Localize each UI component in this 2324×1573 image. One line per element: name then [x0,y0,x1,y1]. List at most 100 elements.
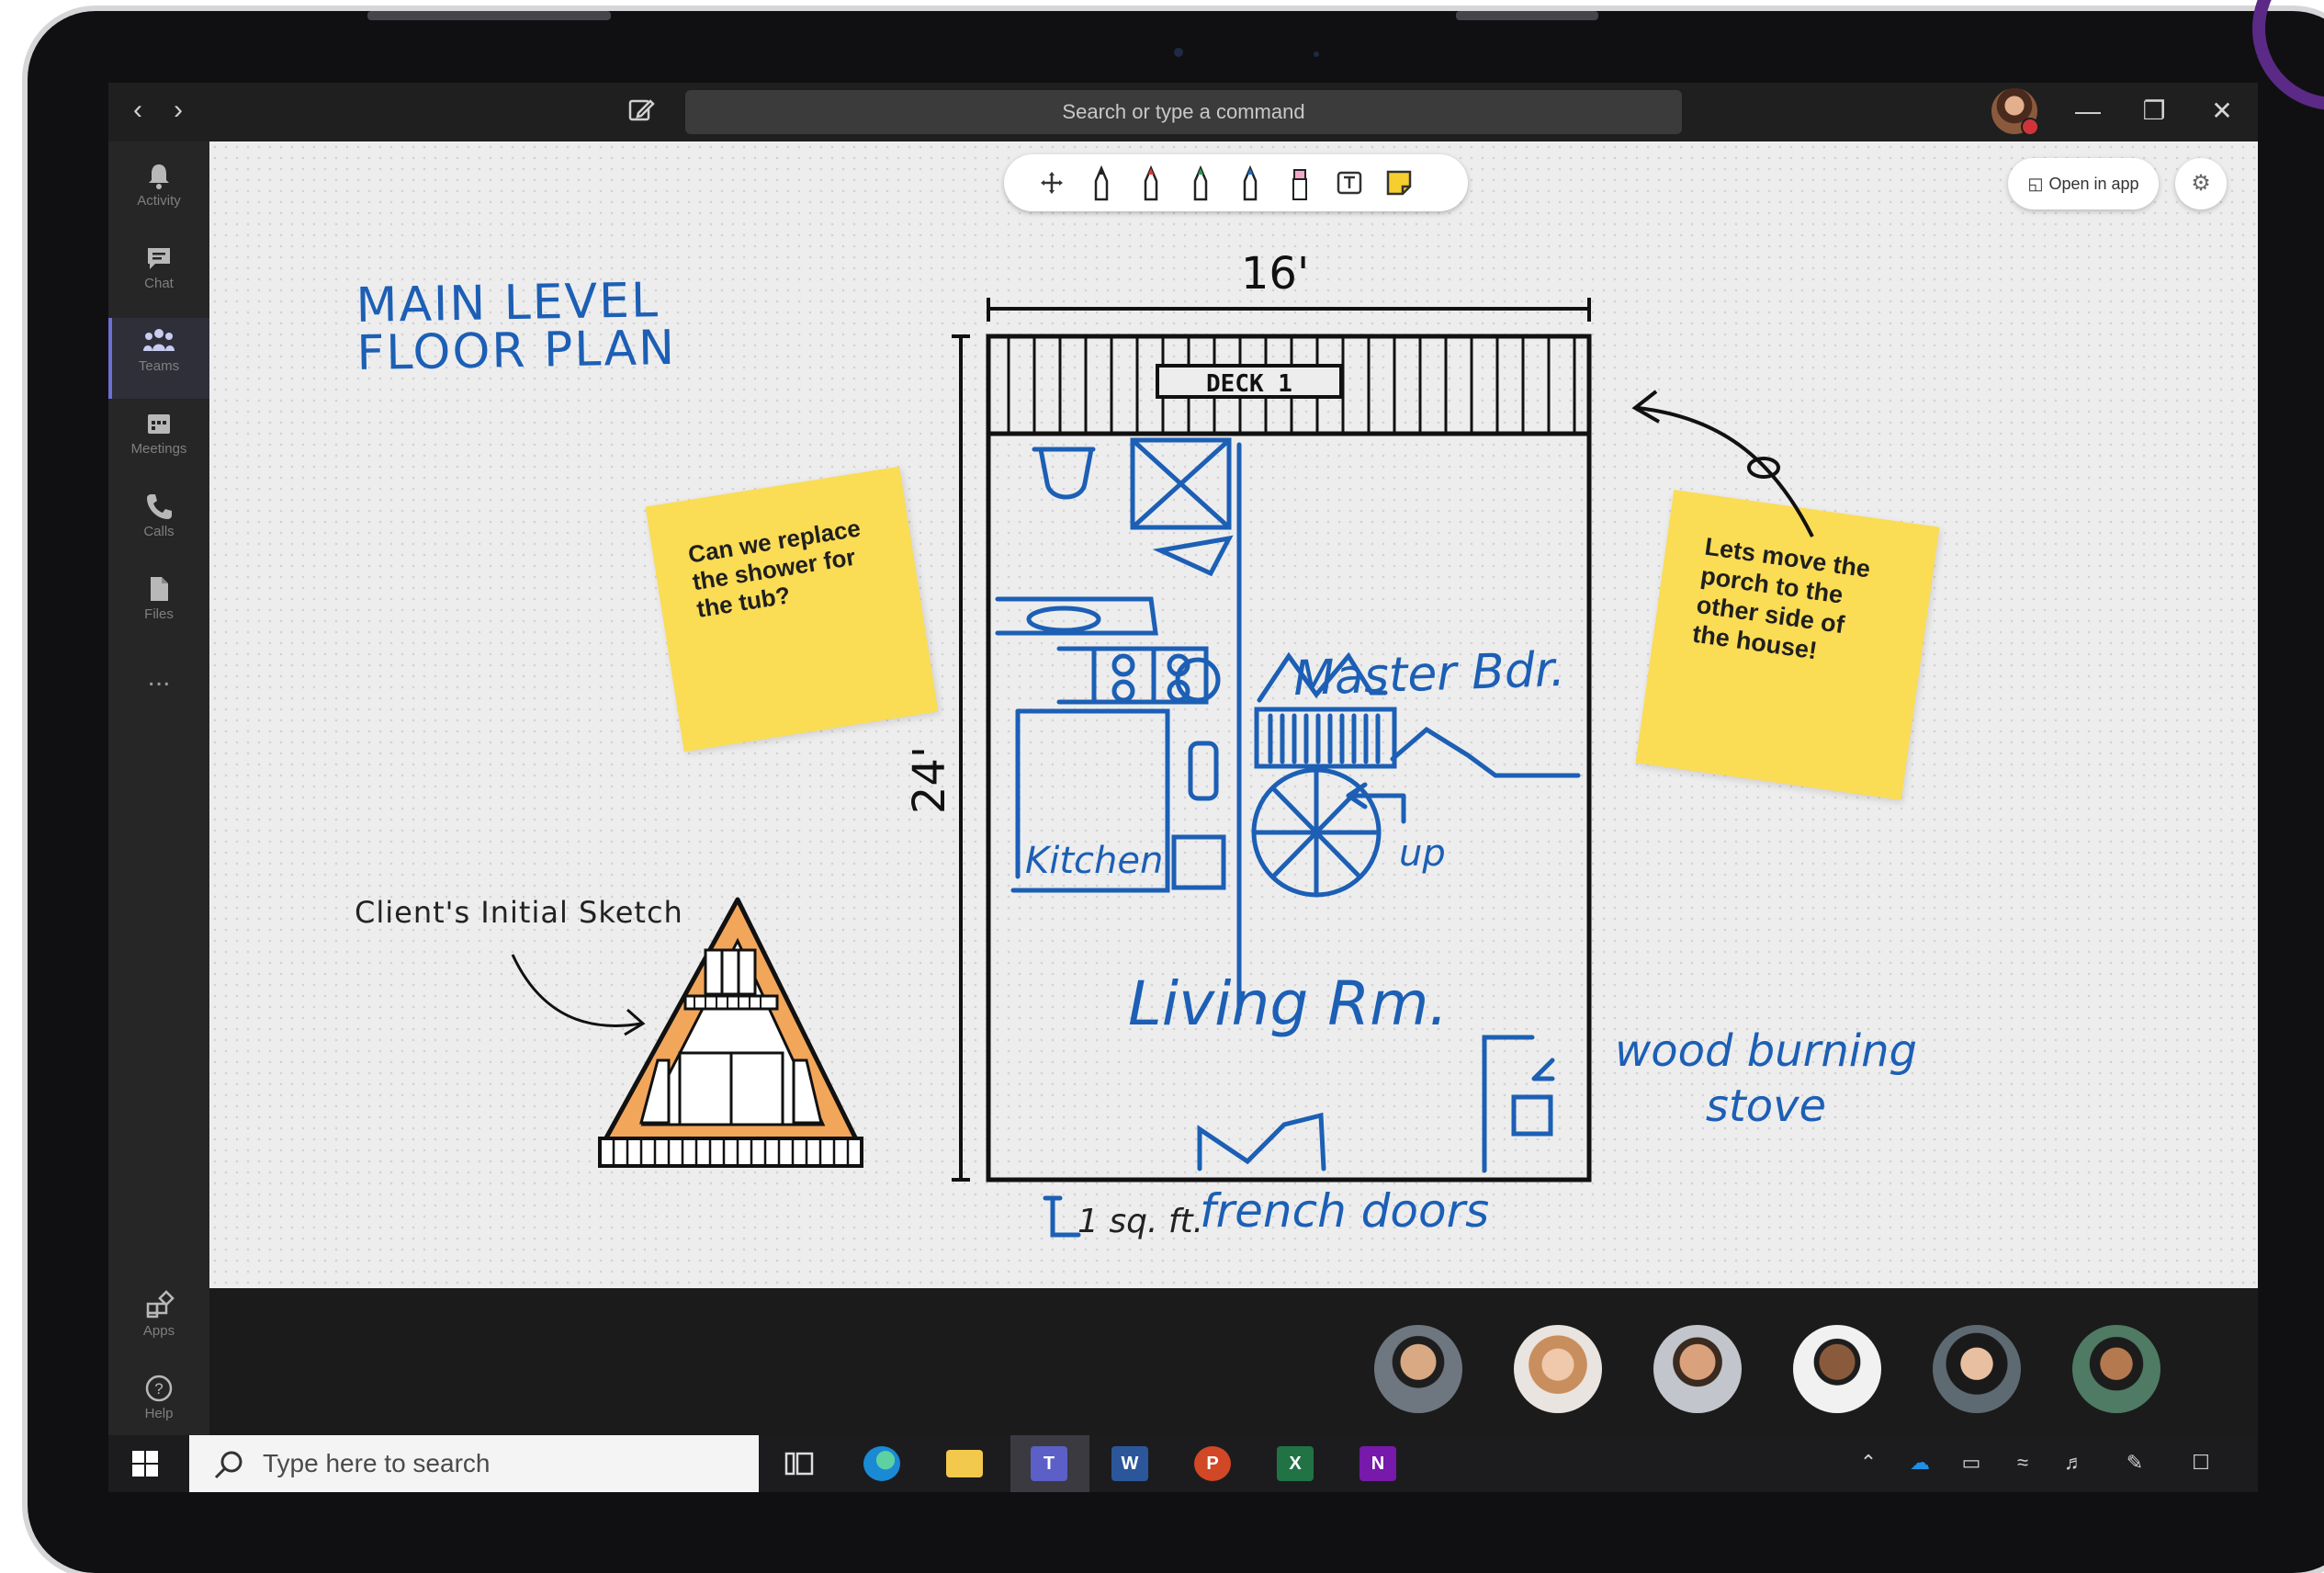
wifi-icon[interactable]: ≈ [2008,1448,2037,1477]
chat-icon [148,248,170,269]
client-sketch-label: Client's Initial Sketch [355,895,683,930]
deck-label-box [1156,364,1343,399]
rail-item-meetings[interactable]: Meetings [108,401,209,481]
settings-gear-icon[interactable]: ⚙ [2175,158,2227,209]
deck-label: DECK 1 [1206,370,1292,398]
rail-label: Apps [142,1323,175,1339]
teams-app-icon[interactable]: T [1031,1446,1067,1481]
meeting-participants-strip [209,1288,2258,1435]
search-icon [211,1446,246,1503]
rail-label: Meetings [130,441,187,457]
volume-icon[interactable]: ♬ [2059,1448,2089,1477]
participant-avatar[interactable] [2072,1325,2160,1413]
a-frame-house-sketch [598,897,863,1168]
onenote-icon[interactable]: N [1359,1446,1396,1481]
open-external-icon: ◱ [2027,175,2044,193]
dimension-width-label: 16' [1241,248,1309,300]
label-wood-stove: wood burning stove [1615,1025,1917,1132]
rail-item-chat[interactable]: Chat [108,235,209,316]
participant-avatar[interactable] [1514,1325,1602,1413]
more-apps-icon[interactable]: ... [108,662,209,742]
decorative-corner [2252,0,2324,110]
svg-text:?: ? [154,1380,163,1398]
task-view-icon[interactable] [781,1446,818,1481]
battery-icon[interactable]: ▭ [1957,1448,1986,1477]
rail-label: Files [144,606,174,622]
close-icon[interactable]: ✕ [2199,88,2245,134]
black-pen-icon[interactable] [1079,161,1123,205]
taskbar-search-input[interactable]: Type here to search [189,1435,759,1492]
help-icon: ? [145,1375,173,1402]
edge-icon[interactable] [863,1446,900,1481]
highlighter-icon[interactable] [1278,161,1322,205]
floor-plan-outline [986,334,1592,1183]
presence-badge [2021,118,2039,136]
calendar-icon [148,414,170,434]
bezel-strip [367,11,611,20]
title-line-2: FLOOR PLAN [355,320,677,382]
restore-icon[interactable]: ❐ [2131,88,2177,134]
rail-label: Chat [144,276,174,291]
sensor-icon [1314,51,1319,57]
blue-pen-icon[interactable] [1228,161,1272,205]
forward-icon[interactable]: › [162,94,195,127]
rail-label: Teams [138,358,180,374]
rail-label: Calls [143,524,175,539]
new-chat-icon[interactable] [623,92,660,129]
word-icon[interactable]: W [1111,1446,1148,1481]
rail-item-teams[interactable]: Teams [108,318,209,399]
label-living-room: Living Rm. [1128,968,1449,1039]
interior-sketch [995,437,1581,1238]
label-master-bedroom: Master Bdr. [1292,641,1566,707]
camera-icon [1174,48,1183,57]
whiteboard-canvas[interactable]: ◱ Open in app ⚙ MAIN LEVEL FLOOR PLAN Can… [209,141,2258,1288]
text-box-icon[interactable] [1327,161,1371,205]
annotation-arrow [511,954,642,1027]
rail-item-activity[interactable]: Activity [108,153,209,233]
app-rail: Activity Chat Teams Meetings Calls Files… [108,141,209,1437]
minimize-icon[interactable]: — [2065,88,2111,134]
rail-item-apps[interactable]: Apps [108,1283,209,1364]
label-scale: 1 sq. ft. [1077,1203,1204,1240]
powerpoint-icon[interactable]: P [1194,1446,1231,1481]
participant-avatar[interactable] [1653,1325,1742,1413]
bell-icon [149,164,169,189]
sticky-note-text: Can we replace the shower for the tub? [686,514,863,623]
windows-start-icon[interactable] [130,1449,160,1478]
taskbar-search-placeholder: Type here to search [263,1449,491,1477]
participant-avatar[interactable] [1933,1325,2021,1413]
lasso-select-icon[interactable] [1030,161,1074,205]
rail-label: Help [144,1406,174,1421]
command-search-input[interactable]: Search or type a command [685,90,1682,134]
dimension-height-label: 24' [904,746,955,814]
red-pen-icon[interactable] [1129,161,1173,205]
back-icon[interactable]: ‹ [121,94,154,127]
file-explorer-icon[interactable] [946,1450,983,1477]
sticky-note-porch[interactable]: Lets move the porch to the other side of… [1635,490,1940,800]
onedrive-icon[interactable]: ☁ [1905,1448,1935,1477]
bezel-strip [1456,11,1598,20]
user-avatar[interactable] [1991,88,2039,136]
rail-item-calls[interactable]: Calls [108,483,209,564]
chevron-up-icon[interactable]: ⌃ [1854,1448,1883,1477]
notifications-icon[interactable]: ☐ [2186,1448,2216,1477]
excel-icon[interactable]: X [1277,1446,1314,1481]
rail-label: Activity [137,193,181,209]
open-in-app-label: Open in app [2048,175,2139,193]
label-french-doors: french doors [1200,1184,1490,1238]
sticky-note-shower[interactable]: Can we replace the shower for the tub? [645,466,939,753]
open-in-app-button[interactable]: ◱ Open in app [2008,158,2159,209]
teams-title-bar: ‹ › Search or type a command — ❐ ✕ [108,83,2258,141]
green-pen-icon[interactable] [1179,161,1223,205]
file-icon [151,577,168,601]
pen-workspace-icon[interactable]: ✎ [2120,1448,2149,1477]
label-kitchen: Kitchen [1025,840,1164,882]
participant-avatar[interactable] [1374,1325,1462,1413]
phone-icon [147,494,172,519]
participant-avatar[interactable] [1793,1325,1881,1413]
board-title: MAIN LEVEL FLOOR PLAN [355,273,677,382]
windows-taskbar: Type here to search T W P X N ⌃ ☁ ▭ ≈ ♬ … [108,1435,2258,1492]
rail-item-help[interactable]: ? Help [108,1365,209,1446]
rail-item-files[interactable]: Files [108,566,209,647]
sticky-note-icon[interactable] [1377,161,1421,205]
